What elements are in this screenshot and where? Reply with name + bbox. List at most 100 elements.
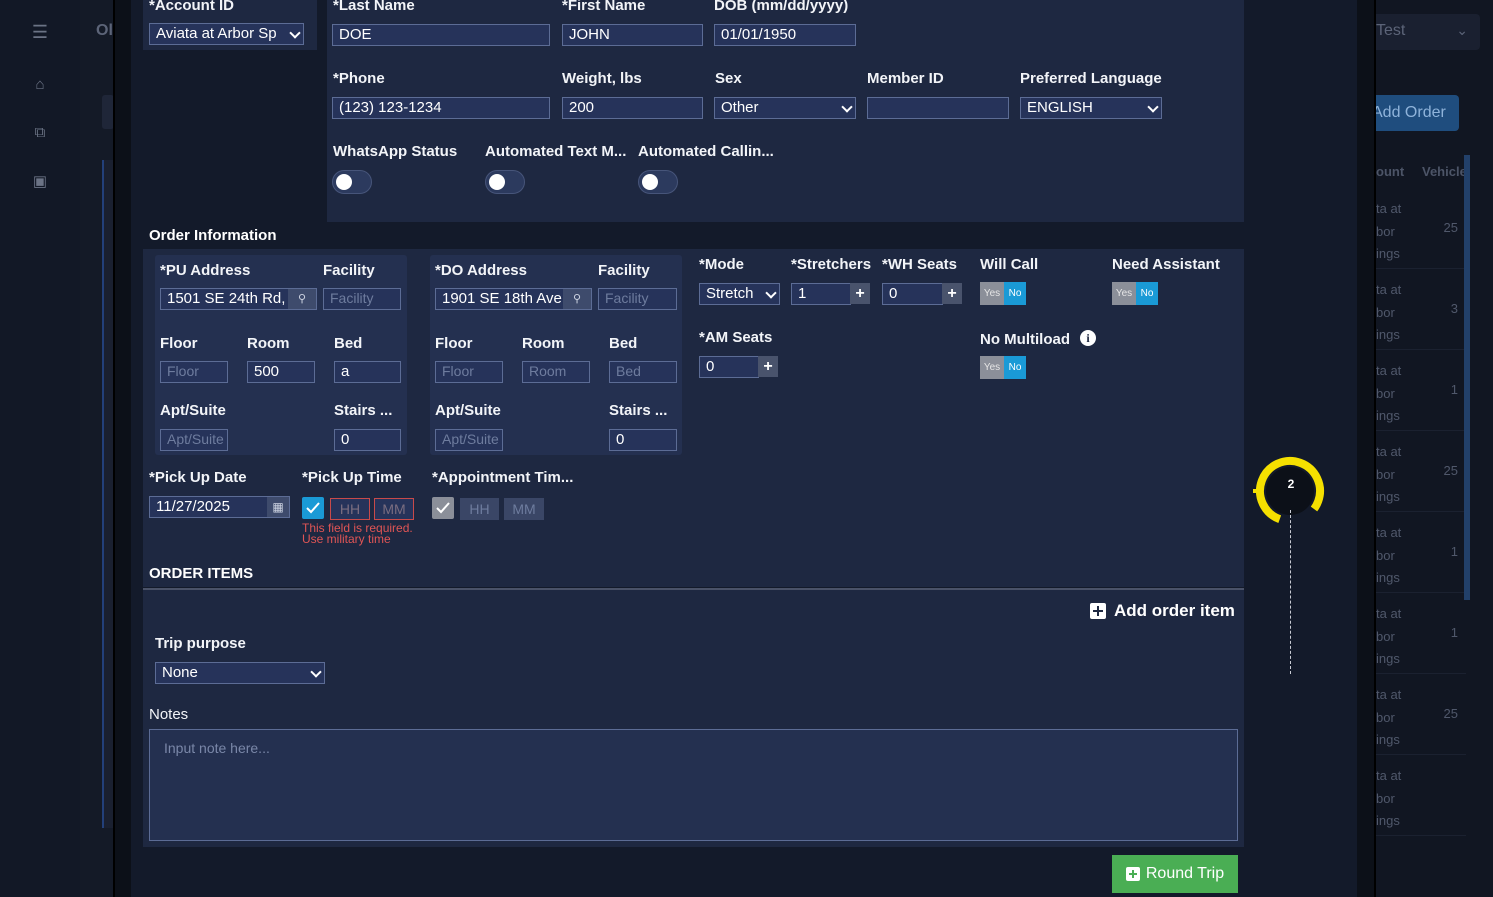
- round-trip-button[interactable]: Round Trip: [1112, 855, 1238, 893]
- do-bed-label: Bed: [609, 335, 638, 352]
- row-vehicle: 1: [1450, 382, 1458, 397]
- preferred-language-select[interactable]: ENGLISH: [1020, 97, 1162, 119]
- pickup-hour-input[interactable]: HH: [330, 498, 370, 520]
- plus-square-icon: [1125, 867, 1140, 881]
- pickup-minute-input[interactable]: MM: [374, 498, 414, 520]
- table-row[interactable]: ta at bor ings 25: [1362, 431, 1466, 512]
- home-icon[interactable]: ⌂: [30, 76, 50, 93]
- appointment-minute-input[interactable]: MM: [504, 498, 544, 520]
- pu-apt-label: Apt/Suite: [160, 402, 226, 419]
- member-id-input[interactable]: [867, 97, 1009, 119]
- pickup-date-label: *Pick Up Date: [149, 469, 247, 486]
- automated-text-label: Automated Text M...: [485, 143, 627, 160]
- do-stairs-label: Stairs ...: [609, 402, 668, 419]
- pu-bed-input[interactable]: a: [334, 361, 401, 383]
- row-account: ta at bor ings: [1376, 444, 1402, 504]
- table-row[interactable]: ta at bor ings 1: [1362, 512, 1466, 593]
- pu-bed-label: Bed: [334, 335, 363, 352]
- pickup-date-input[interactable]: 11/27/2025 ▦: [149, 496, 290, 518]
- first-name-label: *First Name: [562, 0, 646, 14]
- last-name-label: *Last Name: [333, 0, 415, 14]
- automated-calling-toggle[interactable]: [638, 170, 678, 194]
- pu-address-label: *PU Address: [160, 262, 251, 279]
- automated-text-toggle[interactable]: [485, 170, 525, 194]
- pickup-time-label: *Pick Up Time: [302, 469, 402, 486]
- appointment-hour-input[interactable]: HH: [460, 498, 499, 520]
- automated-calling-label: Automated Callin...: [638, 143, 774, 160]
- pu-facility-input[interactable]: Facility: [323, 288, 401, 310]
- pu-stairs-input[interactable]: 0: [334, 429, 401, 451]
- calendar-icon[interactable]: ▦: [267, 497, 289, 517]
- archive-icon[interactable]: ▣: [30, 172, 50, 190]
- row-account: ta at bor ings: [1376, 201, 1402, 261]
- am-seats-input[interactable]: 0: [699, 356, 759, 378]
- do-facility-input[interactable]: Facility: [598, 288, 677, 310]
- wh-seats-input[interactable]: 0: [882, 283, 943, 305]
- stretchers-input[interactable]: 1: [791, 283, 851, 305]
- dob-label: DOB (mm/dd/yyyy): [714, 0, 849, 14]
- copy-icon[interactable]: ⧉: [30, 124, 50, 141]
- dob-input[interactable]: 01/01/1950: [714, 24, 856, 46]
- add-order-button[interactable]: Add Order: [1362, 95, 1459, 131]
- need-assistant-toggle[interactable]: Yes No: [1112, 282, 1158, 305]
- add-order-item-button[interactable]: Add order item: [1090, 601, 1235, 621]
- do-facility-label: Facility: [598, 262, 650, 279]
- orders-table: ta at bor ings 25 ta at bor ings 3 ta at bor…: [1362, 188, 1466, 836]
- stretchers-label: *Stretchers: [791, 256, 872, 273]
- column-header-vehicle[interactable]: Vehicle: [1422, 164, 1467, 179]
- map-pin-icon[interactable]: ⚲: [563, 289, 591, 309]
- table-row[interactable]: ta at bor ings 1: [1362, 593, 1466, 674]
- pu-address-input[interactable]: 1501 SE 24th Rd, ⚲: [160, 288, 317, 310]
- sex-select[interactable]: Other: [714, 97, 856, 119]
- phone-input[interactable]: (123) 123-1234: [332, 97, 550, 119]
- am-seats-plus-button[interactable]: +: [758, 356, 778, 377]
- info-icon[interactable]: i: [1080, 330, 1096, 346]
- do-address-input[interactable]: 1901 SE 18th Ave ⚲: [435, 288, 592, 310]
- row-vehicle: 25: [1443, 706, 1458, 721]
- do-bed-input[interactable]: Bed: [609, 361, 677, 383]
- do-stairs-input[interactable]: 0: [609, 429, 677, 451]
- do-address-label: *DO Address: [435, 262, 527, 279]
- cursor-guide-line: [1290, 510, 1291, 674]
- test-select[interactable]: Test ⌄: [1362, 14, 1480, 50]
- will-call-toggle[interactable]: Yes No: [980, 282, 1026, 305]
- preferred-language-label: Preferred Language: [1020, 70, 1162, 87]
- last-name-input[interactable]: DOE: [332, 24, 550, 46]
- appointment-time-checkbox[interactable]: [432, 497, 454, 519]
- first-name-input[interactable]: JOHN: [562, 24, 703, 46]
- trip-purpose-select[interactable]: None: [155, 662, 325, 684]
- menu-icon[interactable]: ☰: [30, 22, 50, 43]
- stretchers-plus-button[interactable]: +: [850, 283, 870, 304]
- table-row[interactable]: ta at bor ings: [1362, 755, 1466, 836]
- table-row[interactable]: ta at bor ings 25: [1362, 674, 1466, 755]
- app-sidebar: ☰ ⌂ ⧉ ▣: [0, 0, 80, 897]
- sex-label: Sex: [715, 70, 742, 87]
- no-multiload-toggle[interactable]: Yes No: [980, 356, 1026, 379]
- table-scrollbar[interactable]: [1464, 155, 1470, 600]
- account-id-select[interactable]: Aviata at Arbor Sp: [149, 23, 304, 45]
- do-room-input[interactable]: Room: [522, 361, 590, 383]
- pu-apt-input[interactable]: Apt/Suite: [160, 429, 228, 451]
- weight-input[interactable]: 200: [562, 97, 703, 119]
- do-floor-label: Floor: [435, 335, 473, 352]
- table-row[interactable]: ta at bor ings 25: [1362, 188, 1466, 269]
- map-pin-icon[interactable]: ⚲: [288, 289, 316, 309]
- pickup-time-checkbox[interactable]: [302, 497, 324, 519]
- pu-room-input[interactable]: 500: [247, 361, 315, 383]
- pu-floor-label: Floor: [160, 335, 198, 352]
- appointment-time-label: *Appointment Tim...: [432, 469, 574, 486]
- table-row[interactable]: ta at bor ings 3: [1362, 269, 1466, 350]
- notes-textarea[interactable]: Input note here...: [149, 729, 1238, 841]
- check-icon: [306, 502, 320, 514]
- column-header-account[interactable]: ount: [1376, 164, 1404, 179]
- mode-select[interactable]: Stretch: [699, 283, 780, 305]
- row-vehicle: 3: [1450, 301, 1458, 316]
- table-row[interactable]: ta at bor ings 1: [1362, 350, 1466, 431]
- pu-floor-input[interactable]: Floor: [160, 361, 228, 383]
- row-vehicle: 1: [1450, 625, 1458, 640]
- do-apt-input[interactable]: Apt/Suite: [435, 429, 503, 451]
- row-account: ta at bor ings: [1376, 606, 1402, 666]
- whatsapp-status-toggle[interactable]: [332, 170, 372, 194]
- wh-seats-plus-button[interactable]: +: [942, 283, 962, 304]
- do-floor-input[interactable]: Floor: [435, 361, 503, 383]
